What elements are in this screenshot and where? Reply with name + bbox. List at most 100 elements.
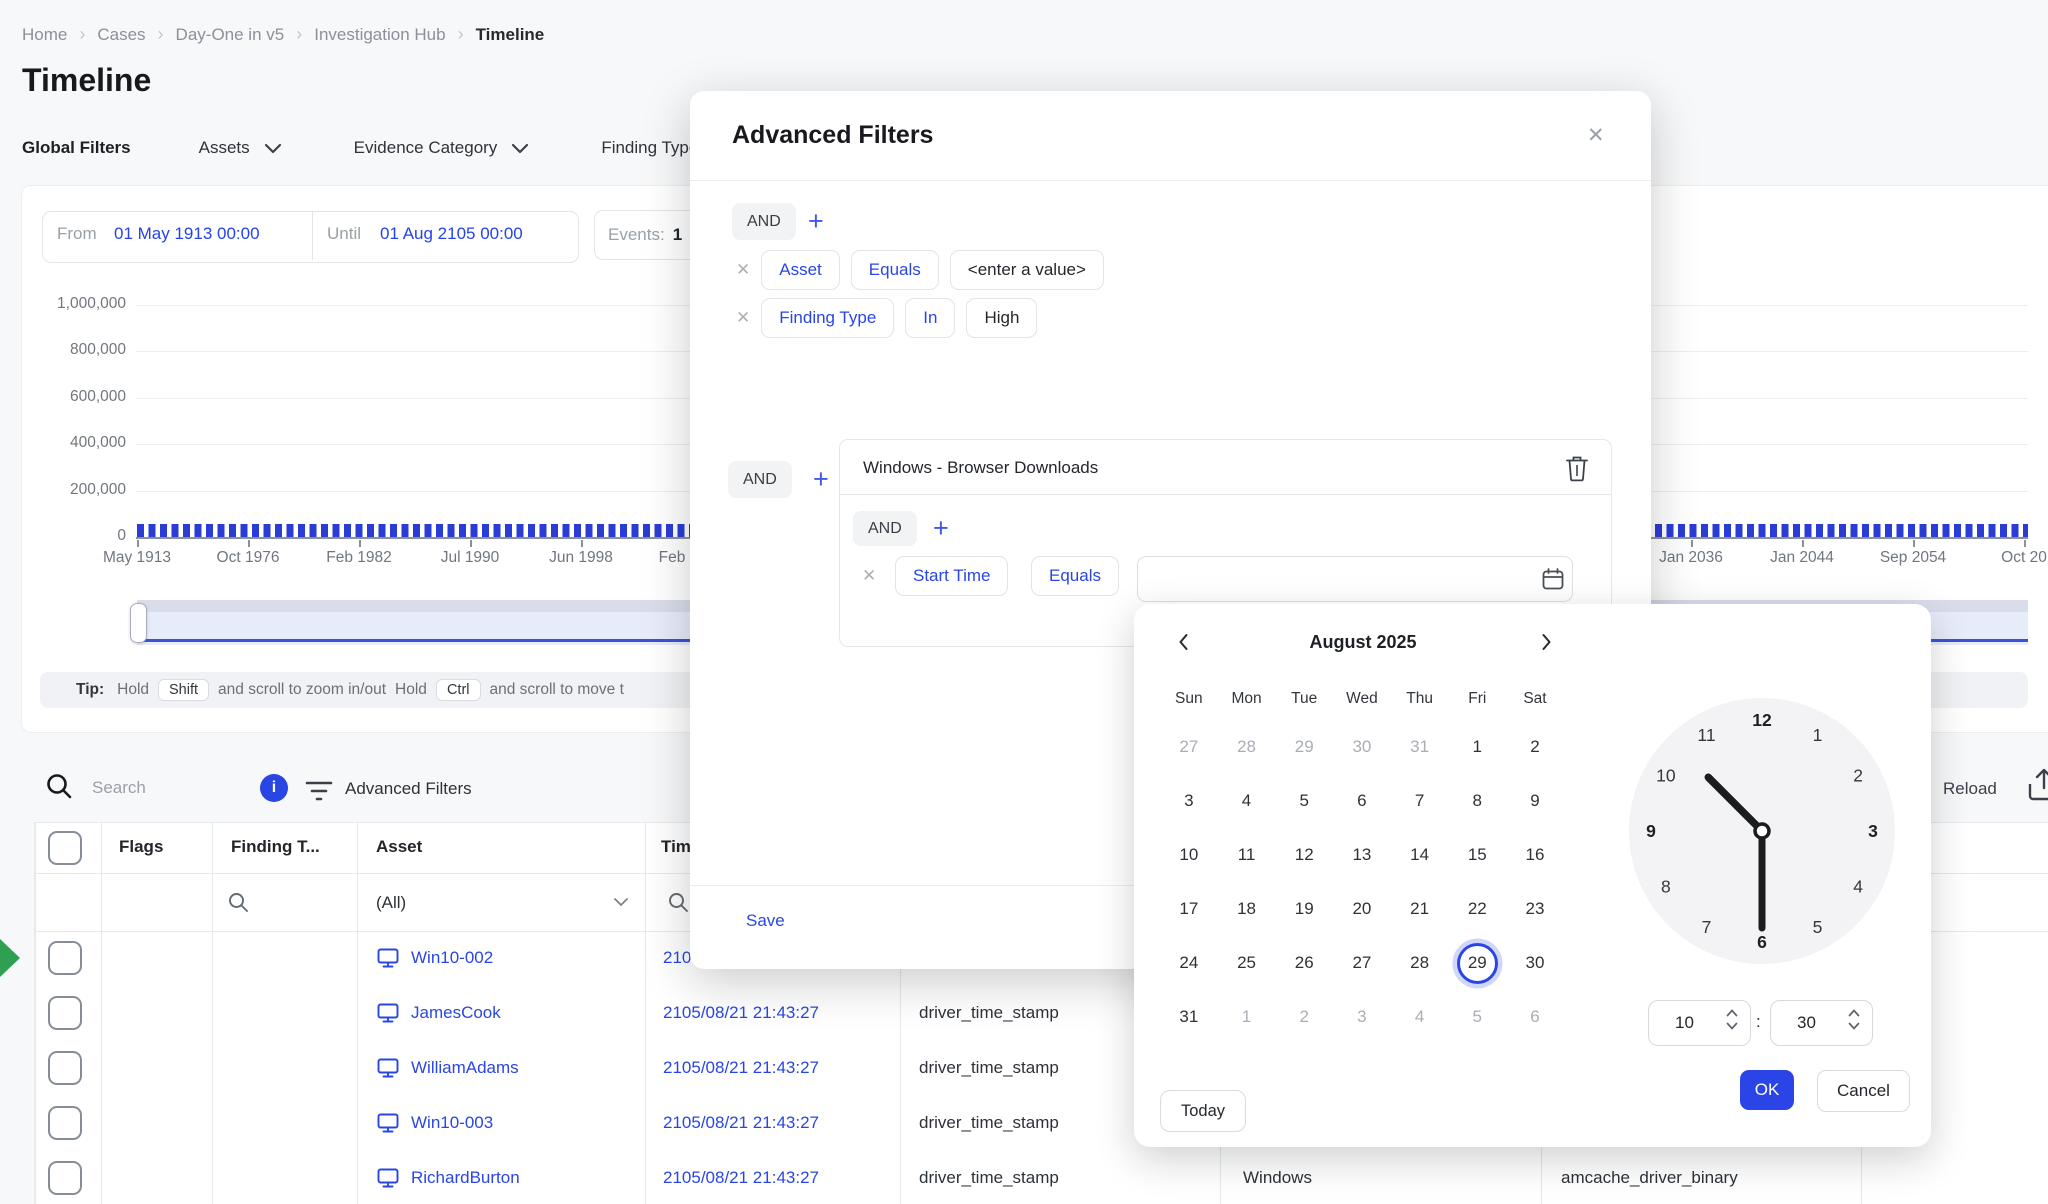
- info-icon[interactable]: i: [260, 774, 288, 802]
- today-button[interactable]: Today: [1160, 1090, 1246, 1132]
- calendar-day[interactable]: 7: [1391, 774, 1449, 828]
- select-all-checkbox[interactable]: [48, 831, 82, 865]
- start-time-value-input[interactable]: [1137, 556, 1573, 602]
- operator-chip[interactable]: In: [905, 298, 955, 338]
- trash-icon[interactable]: [1565, 455, 1589, 482]
- calendar-day[interactable]: 11: [1218, 828, 1276, 882]
- timestamp-link[interactable]: 2105/08/21 21:43:27: [663, 1113, 819, 1133]
- value-chip[interactable]: High: [966, 298, 1037, 338]
- breadcrumb-item[interactable]: Home: [22, 25, 67, 45]
- row-checkbox[interactable]: [48, 996, 82, 1030]
- calendar-day[interactable]: 4: [1391, 990, 1449, 1044]
- calendar-day[interactable]: 31: [1160, 990, 1218, 1044]
- finding-type-filter-search-icon[interactable]: [227, 891, 249, 913]
- calendar-day[interactable]: 9: [1506, 774, 1564, 828]
- cancel-button[interactable]: Cancel: [1817, 1070, 1910, 1112]
- asset-link[interactable]: Win10-002: [411, 948, 493, 968]
- calendar-day[interactable]: 24: [1160, 936, 1218, 990]
- calendar-day[interactable]: 17: [1160, 882, 1218, 936]
- calendar-day[interactable]: 29: [1275, 720, 1333, 774]
- calendar-day[interactable]: 16: [1506, 828, 1564, 882]
- calendar-day[interactable]: 10: [1160, 828, 1218, 882]
- chart-brush-handle[interactable]: [130, 603, 147, 643]
- asset-link[interactable]: RichardBurton: [411, 1168, 520, 1188]
- until-value[interactable]: 01 Aug 2105 00:00: [380, 224, 523, 244]
- save-button[interactable]: Save: [746, 911, 785, 931]
- calendar-day[interactable]: 6: [1506, 990, 1564, 1044]
- calendar-day-selected[interactable]: 29: [1448, 936, 1506, 990]
- calendar-day[interactable]: 5: [1448, 990, 1506, 1044]
- calendar-day[interactable]: 20: [1333, 882, 1391, 936]
- global-filter-assets[interactable]: Assets: [199, 138, 282, 158]
- from-value[interactable]: 01 May 1913 00:00: [114, 224, 260, 244]
- minute-stepper[interactable]: [1848, 1009, 1860, 1030]
- calendar-day[interactable]: 27: [1333, 936, 1391, 990]
- timestamp-link[interactable]: 2105/08/21 21:43:27: [663, 1003, 819, 1023]
- timestamp-link[interactable]: 2105/08/21 21:43:27: [663, 1058, 819, 1078]
- calendar-day[interactable]: 30: [1333, 720, 1391, 774]
- row-checkbox[interactable]: [48, 1051, 82, 1085]
- col-header-time[interactable]: Tim: [661, 837, 691, 857]
- next-month-icon[interactable]: [1534, 630, 1558, 654]
- operator-chip[interactable]: Equals: [851, 250, 939, 290]
- calendar-day[interactable]: 30: [1506, 936, 1564, 990]
- col-header-asset[interactable]: Asset: [376, 837, 422, 857]
- calendar-day[interactable]: 15: [1448, 828, 1506, 882]
- filter-lines-icon[interactable]: [304, 780, 334, 802]
- field-chip[interactable]: Asset: [761, 250, 840, 290]
- time-filter-search-icon[interactable]: [667, 891, 689, 913]
- calendar-day[interactable]: 2: [1275, 990, 1333, 1044]
- asset-filter-dropdown[interactable]: (All): [376, 893, 406, 913]
- add-group-icon[interactable]: +: [813, 466, 829, 493]
- export-icon[interactable]: [2026, 768, 2048, 802]
- calendar-day[interactable]: 18: [1218, 882, 1276, 936]
- value-chip[interactable]: <enter a value>: [950, 250, 1104, 290]
- calendar-day[interactable]: 2: [1506, 720, 1564, 774]
- calendar-day[interactable]: 28: [1218, 720, 1276, 774]
- calendar-day[interactable]: 12: [1275, 828, 1333, 882]
- calendar-day[interactable]: 1: [1448, 720, 1506, 774]
- field-chip[interactable]: Finding Type: [761, 298, 894, 338]
- reload-button[interactable]: Reload: [1943, 779, 1997, 799]
- calendar-day[interactable]: 3: [1333, 990, 1391, 1044]
- remove-condition-icon[interactable]: ✕: [862, 566, 876, 586]
- calendar-day[interactable]: 28: [1391, 936, 1449, 990]
- calendar-day[interactable]: 19: [1275, 882, 1333, 936]
- calendar-day[interactable]: 22: [1448, 882, 1506, 936]
- breadcrumb-item[interactable]: Day-One in v5: [176, 25, 285, 45]
- advanced-filters-link[interactable]: Advanced Filters: [345, 779, 472, 799]
- calendar-day[interactable]: 21: [1391, 882, 1449, 936]
- field-chip[interactable]: Start Time: [895, 556, 1008, 596]
- calendar-day[interactable]: 4: [1218, 774, 1276, 828]
- hour-input[interactable]: [1649, 1001, 1735, 1045]
- col-header-flags[interactable]: Flags: [119, 837, 163, 857]
- row-checkbox[interactable]: [48, 941, 82, 975]
- calendar-day[interactable]: 14: [1391, 828, 1449, 882]
- breadcrumb-item[interactable]: Investigation Hub: [314, 25, 445, 45]
- calendar-day[interactable]: 6: [1333, 774, 1391, 828]
- calendar-day[interactable]: 3: [1160, 774, 1218, 828]
- asset-link[interactable]: WilliamAdams: [411, 1058, 519, 1078]
- calendar-day[interactable]: 27: [1160, 720, 1218, 774]
- and-operator-chip[interactable]: AND: [732, 203, 796, 240]
- close-icon[interactable]: ✕: [1587, 123, 1605, 148]
- calendar-day[interactable]: 5: [1275, 774, 1333, 828]
- remove-condition-icon[interactable]: ✕: [736, 308, 750, 328]
- group-and-chip[interactable]: AND: [728, 461, 792, 498]
- remove-condition-icon[interactable]: ✕: [736, 260, 750, 280]
- calendar-day[interactable]: 31: [1391, 720, 1449, 774]
- timestamp-link[interactable]: 2105/08/21 21:43:27: [663, 1168, 819, 1188]
- minute-input[interactable]: [1771, 1001, 1857, 1045]
- asset-link[interactable]: JamesCook: [411, 1003, 501, 1023]
- hour-stepper[interactable]: [1726, 1009, 1738, 1030]
- calendar-day[interactable]: 26: [1275, 936, 1333, 990]
- calendar-day[interactable]: 8: [1448, 774, 1506, 828]
- add-condition-icon[interactable]: +: [808, 208, 824, 235]
- ok-button[interactable]: OK: [1740, 1070, 1794, 1110]
- calendar-day[interactable]: 23: [1506, 882, 1564, 936]
- asset-link[interactable]: Win10-003: [411, 1113, 493, 1133]
- calendar-day[interactable]: 13: [1333, 828, 1391, 882]
- global-filter-evidence-category[interactable]: Evidence Category: [354, 138, 530, 158]
- col-header-finding-type[interactable]: Finding T...: [231, 837, 320, 857]
- operator-chip[interactable]: Equals: [1031, 556, 1119, 596]
